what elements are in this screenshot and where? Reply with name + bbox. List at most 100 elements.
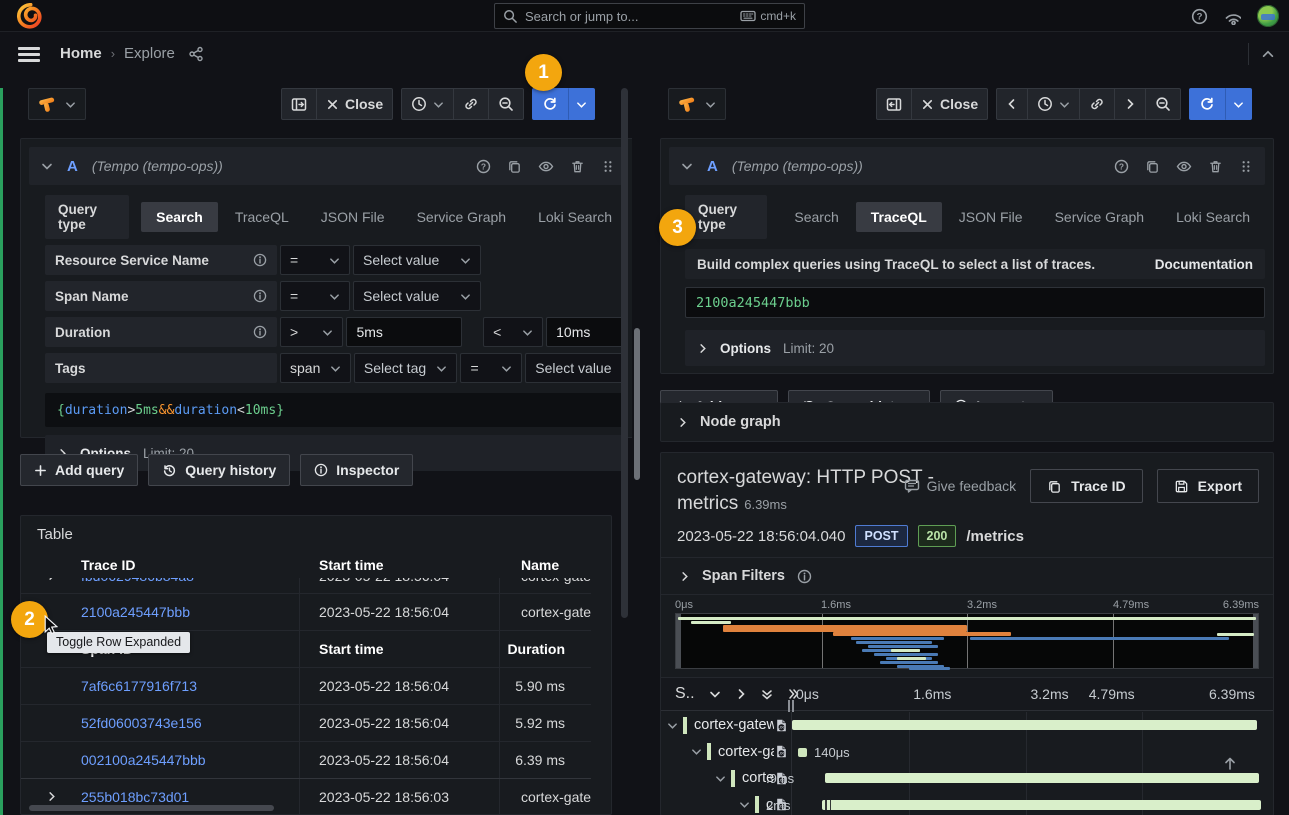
span-bar[interactable] <box>792 720 1257 730</box>
span-id-link[interactable]: 002100a245447bbb <box>81 752 299 768</box>
inspector-button[interactable]: Inspector <box>300 454 413 486</box>
rsn-operator-select[interactable]: = <box>280 245 350 275</box>
breadcrumb-home[interactable]: Home <box>60 45 102 62</box>
tab-search[interactable]: Search <box>779 202 853 232</box>
node-graph-panel[interactable]: Node graph <box>660 402 1274 442</box>
global-search-input[interactable]: Search or jump to... cmd+k <box>494 3 805 29</box>
options-row[interactable]: Options Limit: 20 <box>685 330 1265 366</box>
span-bar[interactable] <box>822 800 1261 810</box>
tags-value-select[interactable]: Select value <box>525 353 627 383</box>
collapse-query-icon[interactable] <box>681 160 693 172</box>
zoom-out-button[interactable] <box>1146 88 1181 120</box>
left-datasource-picker[interactable] <box>28 88 86 120</box>
page-scrollbar[interactable] <box>634 328 640 480</box>
log-icon[interactable] <box>774 718 789 733</box>
tab-loki-search[interactable]: Loki Search <box>1161 202 1265 232</box>
query-row-header[interactable]: A (Tempo (tempo-ops)) <box>29 147 627 185</box>
tab-service-graph[interactable]: Service Graph <box>1040 202 1159 232</box>
duration-max-input[interactable]: 10ms <box>546 317 627 347</box>
tags-tag-select[interactable]: Select tag <box>354 353 458 383</box>
span-row[interactable]: cortex-ga140μs <box>661 739 1273 766</box>
column-resize-handle[interactable] <box>788 700 796 712</box>
disable-query-icon[interactable] <box>1176 159 1192 174</box>
collapse-header-icon[interactable] <box>1261 48 1275 60</box>
duration-min-operator-select[interactable]: > <box>280 317 343 347</box>
user-avatar[interactable] <box>1257 5 1279 27</box>
span-row[interactable]: 52fd06003743e156 2023-05-22 18:56:04 5.9… <box>21 704 591 741</box>
time-shift-back-button[interactable] <box>996 88 1028 120</box>
duration-min-input[interactable]: 5ms <box>346 317 462 347</box>
tab-search[interactable]: Search <box>141 202 218 232</box>
time-shift-forward-button[interactable] <box>1115 88 1146 120</box>
duration-max-operator-select[interactable]: < <box>483 317 543 347</box>
close-pane-button[interactable]: Close <box>317 88 393 120</box>
expand-row-icon[interactable] <box>21 578 81 584</box>
collapse-all-icon[interactable] <box>761 688 773 701</box>
minimap-left-handle[interactable] <box>676 614 681 668</box>
chevron-down-icon[interactable] <box>709 688 721 700</box>
news-rss-icon[interactable] <box>1224 8 1241 25</box>
expand-row-icon[interactable] <box>21 789 81 805</box>
remove-query-icon[interactable] <box>570 159 585 174</box>
span-row[interactable]: cortex.9ms <box>661 765 1273 792</box>
collapse-span-icon[interactable] <box>715 773 726 784</box>
run-query-interval-button[interactable] <box>1225 88 1252 120</box>
query-help-icon[interactable] <box>1114 159 1129 174</box>
traceql-query-input[interactable]: 2100a245447bbb <box>685 287 1265 318</box>
trace-id-link[interactable]: fbd0629486b84a8 <box>81 578 299 584</box>
trace-id-link[interactable]: 2100a245447bbb <box>81 604 299 620</box>
remove-query-icon[interactable] <box>1208 159 1223 174</box>
right-datasource-picker[interactable] <box>668 88 726 120</box>
span-row[interactable]: cortex-gatew <box>661 712 1273 739</box>
pane-scrollbar[interactable] <box>621 88 628 618</box>
export-button[interactable]: Export <box>1157 469 1259 503</box>
expand-one-icon[interactable] <box>735 688 747 700</box>
span-bar[interactable] <box>825 773 1259 783</box>
drag-handle-icon[interactable] <box>601 159 615 174</box>
trace-minimap[interactable] <box>675 613 1259 669</box>
span-dot[interactable] <box>798 748 807 757</box>
documentation-link[interactable]: Documentation <box>1155 257 1253 272</box>
run-query-button[interactable] <box>532 88 568 120</box>
share-icon[interactable] <box>188 46 204 62</box>
zoom-out-button[interactable] <box>489 88 524 120</box>
log-icon[interactable] <box>774 744 789 759</box>
run-query-button[interactable] <box>1189 88 1225 120</box>
time-picker-button[interactable] <box>1028 88 1080 120</box>
disable-query-icon[interactable] <box>538 159 554 174</box>
table-horizontal-scrollbar[interactable] <box>29 805 274 811</box>
grafana-logo[interactable] <box>16 3 42 29</box>
tags-operator-select[interactable]: = <box>460 353 522 383</box>
span-row[interactable]: co2ms <box>661 792 1273 815</box>
copy-link-button[interactable] <box>454 88 489 120</box>
tab-json-file[interactable]: JSON File <box>944 202 1038 232</box>
give-feedback-link[interactable]: Give feedback <box>904 478 1017 494</box>
copy-link-button[interactable] <box>1080 88 1115 120</box>
query-history-button[interactable]: Query history <box>148 454 290 486</box>
span-operator-select[interactable]: = <box>280 281 350 311</box>
collapse-span-icon[interactable] <box>667 720 678 731</box>
drag-handle-icon[interactable] <box>1239 159 1253 174</box>
menu-toggle-icon[interactable] <box>18 47 40 62</box>
help-icon[interactable] <box>1191 8 1208 25</box>
span-value-select[interactable]: Select value <box>353 281 481 311</box>
breadcrumb-explore[interactable]: Explore <box>124 45 175 62</box>
tab-loki-search[interactable]: Loki Search <box>523 202 627 232</box>
duplicate-query-icon[interactable] <box>507 159 522 174</box>
tab-traceql[interactable]: TraceQL <box>220 202 304 232</box>
tab-json-file[interactable]: JSON File <box>306 202 400 232</box>
span-id-link[interactable]: 52fd06003743e156 <box>81 715 299 731</box>
run-query-interval-button[interactable] <box>568 88 595 120</box>
tab-traceql[interactable]: TraceQL <box>856 202 942 232</box>
rsn-value-select[interactable]: Select value <box>353 245 481 275</box>
minimap-right-handle[interactable] <box>1253 614 1258 668</box>
collapse-span-icon[interactable] <box>691 746 702 757</box>
time-picker-button[interactable] <box>401 88 454 120</box>
add-query-button[interactable]: Add query <box>20 454 138 486</box>
query-row-header[interactable]: A (Tempo (tempo-ops)) <box>669 147 1265 185</box>
collapse-query-icon[interactable] <box>41 160 53 172</box>
close-split-right-button[interactable] <box>876 88 912 120</box>
tags-scope-select[interactable]: span <box>280 353 351 383</box>
close-split-left-button[interactable] <box>281 88 317 120</box>
duplicate-query-icon[interactable] <box>1145 159 1160 174</box>
